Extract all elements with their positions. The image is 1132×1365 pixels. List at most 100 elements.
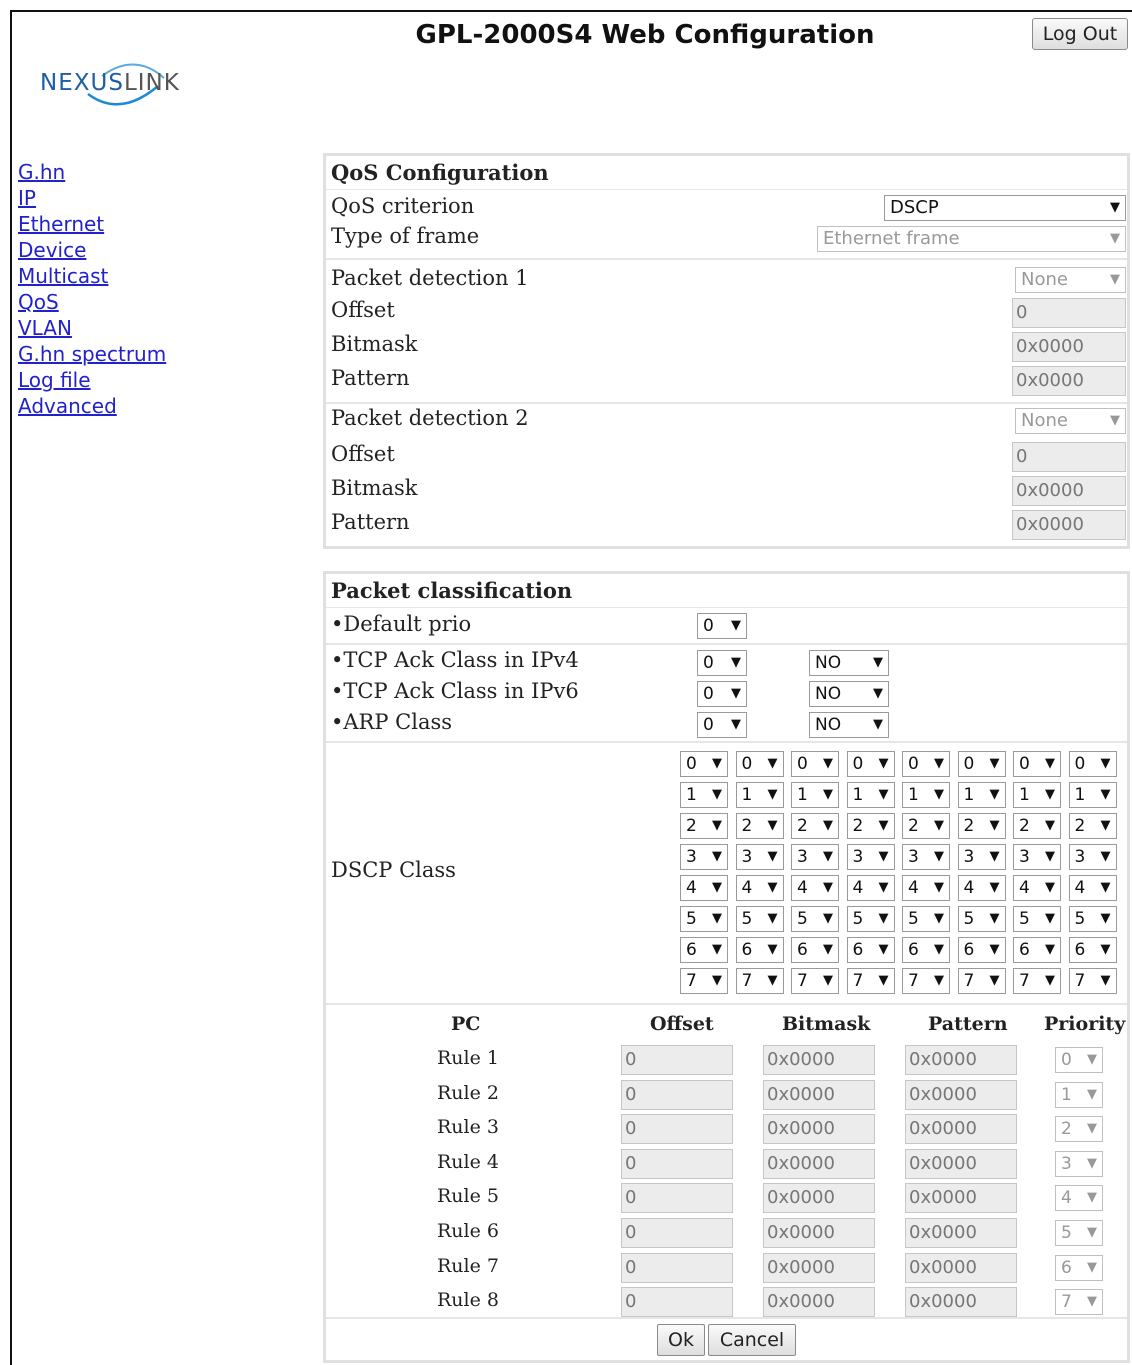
rule-offset-field[interactable]: 0 xyxy=(621,1045,733,1075)
detection1-select[interactable]: None ▼ xyxy=(1015,267,1126,293)
dscp-select-r4-c5[interactable]: 4 ▼ xyxy=(957,875,1006,901)
default-prio-select[interactable]: 0 ▼ xyxy=(697,613,747,639)
dscp-select-r4-c0[interactable]: 4 ▼ xyxy=(680,875,728,901)
dscp-select-r6-c1[interactable]: 6 ▼ xyxy=(735,937,784,963)
dscp-select-r4-c4[interactable]: 4 ▼ xyxy=(902,875,950,901)
dscp-select-r2-c2[interactable]: 2 ▼ xyxy=(791,813,839,839)
dscp-select-r4-c2[interactable]: 4 ▼ xyxy=(791,875,839,901)
dscp-select-r3-c1[interactable]: 3 ▼ xyxy=(735,844,784,870)
rule-priority-select[interactable]: 2 ▼ xyxy=(1055,1116,1103,1143)
qos-criterion-select[interactable]: DSCP ▼ xyxy=(884,195,1126,221)
dscp-select-r6-c5[interactable]: 6 ▼ xyxy=(957,937,1006,963)
dscp-select-r7-c2[interactable]: 7 ▼ xyxy=(791,968,839,994)
dscp-select-r5-c5[interactable]: 5 ▼ xyxy=(957,906,1006,932)
dscp-select-r2-c4[interactable]: 2 ▼ xyxy=(902,813,950,839)
dscp-select-r1-c7[interactable]: 1 ▼ xyxy=(1068,782,1117,808)
dscp-select-r6-c3[interactable]: 6 ▼ xyxy=(846,937,895,963)
dscp-select-r1-c3[interactable]: 1 ▼ xyxy=(846,782,895,808)
dscp-select-r7-c5[interactable]: 7 ▼ xyxy=(957,968,1006,994)
dscp-select-r1-c5[interactable]: 1 ▼ xyxy=(957,782,1006,808)
detection1-bitmask-field[interactable]: 0x0000 xyxy=(1012,332,1126,362)
dscp-select-r0-c3[interactable]: 0 ▼ xyxy=(846,751,895,777)
dscp-select-r4-c1[interactable]: 4 ▼ xyxy=(735,875,784,901)
rule-bitmask-field[interactable]: 0x0000 xyxy=(763,1079,875,1110)
rule-offset-field[interactable]: 0 xyxy=(621,1252,733,1283)
dscp-select-r3-c6[interactable]: 3 ▼ xyxy=(1013,844,1061,870)
rule-priority-select[interactable]: 1 ▼ xyxy=(1055,1081,1103,1108)
logout-button[interactable]: Log Out xyxy=(1032,18,1128,50)
dscp-select-r0-c6[interactable]: 0 ▼ xyxy=(1013,751,1061,777)
dscp-select-r5-c2[interactable]: 5 ▼ xyxy=(791,906,839,932)
arp-prio-select[interactable]: 0 ▼ xyxy=(697,712,747,738)
nav-link-ethernet[interactable]: Ethernet xyxy=(18,211,166,237)
nav-link-log-file[interactable]: Log file xyxy=(18,367,166,393)
rule-bitmask-field[interactable]: 0x0000 xyxy=(763,1183,875,1214)
dscp-select-r4-c3[interactable]: 4 ▼ xyxy=(846,875,895,901)
rule-pattern-field[interactable]: 0x0000 xyxy=(905,1148,1017,1179)
rule-priority-select[interactable]: 0 ▼ xyxy=(1055,1047,1103,1073)
dscp-select-r1-c1[interactable]: 1 ▼ xyxy=(735,782,784,808)
dscp-select-r6-c4[interactable]: 6 ▼ xyxy=(902,937,950,963)
dscp-select-r4-c7[interactable]: 4 ▼ xyxy=(1068,875,1117,901)
dscp-select-r2-c5[interactable]: 2 ▼ xyxy=(957,813,1006,839)
arp-enable-select[interactable]: NO ▼ xyxy=(809,712,889,738)
dscp-select-r0-c7[interactable]: 0 ▼ xyxy=(1068,751,1117,777)
dscp-select-r6-c6[interactable]: 6 ▼ xyxy=(1013,937,1061,963)
rule-priority-select[interactable]: 6 ▼ xyxy=(1055,1254,1103,1281)
dscp-select-r6-c0[interactable]: 6 ▼ xyxy=(680,937,728,963)
rule-priority-select[interactable]: 5 ▼ xyxy=(1055,1220,1103,1246)
tcp-ipv4-enable-select[interactable]: NO ▼ xyxy=(809,650,889,676)
rule-pattern-field[interactable]: 0x0000 xyxy=(905,1114,1017,1145)
dscp-select-r3-c4[interactable]: 3 ▼ xyxy=(902,844,950,870)
rule-bitmask-field[interactable]: 0x0000 xyxy=(763,1114,875,1145)
rule-bitmask-field[interactable]: 0x0000 xyxy=(763,1045,875,1075)
nav-link-vlan[interactable]: VLAN xyxy=(18,315,166,341)
tcp-ipv6-enable-select[interactable]: NO ▼ xyxy=(809,681,889,707)
nav-link-multicast[interactable]: Multicast xyxy=(18,263,166,289)
nav-link-ghn[interactable]: G.hn xyxy=(18,159,166,185)
dscp-select-r0-c4[interactable]: 0 ▼ xyxy=(902,751,950,777)
dscp-select-r3-c3[interactable]: 3 ▼ xyxy=(846,844,895,870)
rule-pattern-field[interactable]: 0x0000 xyxy=(905,1252,1017,1283)
detection2-bitmask-field[interactable]: 0x0000 xyxy=(1012,476,1126,506)
dscp-select-r1-c6[interactable]: 1 ▼ xyxy=(1013,782,1061,808)
detection1-offset-field[interactable]: 0 xyxy=(1012,298,1126,328)
dscp-select-r2-c7[interactable]: 2 ▼ xyxy=(1068,813,1117,839)
nav-link-qos[interactable]: QoS xyxy=(18,289,166,315)
dscp-select-r7-c7[interactable]: 7 ▼ xyxy=(1068,968,1117,994)
dscp-select-r5-c3[interactable]: 5 ▼ xyxy=(846,906,895,932)
tcp-ipv4-prio-select[interactable]: 0 ▼ xyxy=(697,650,747,676)
dscp-select-r1-c4[interactable]: 1 ▼ xyxy=(902,782,950,808)
dscp-select-r5-c4[interactable]: 5 ▼ xyxy=(902,906,950,932)
tcp-ipv6-prio-select[interactable]: 0 ▼ xyxy=(697,681,747,707)
dscp-select-r6-c2[interactable]: 6 ▼ xyxy=(791,937,839,963)
dscp-select-r4-c6[interactable]: 4 ▼ xyxy=(1013,875,1061,901)
rule-pattern-field[interactable]: 0x0000 xyxy=(905,1287,1017,1318)
rule-offset-field[interactable]: 0 xyxy=(621,1148,733,1179)
rule-bitmask-field[interactable]: 0x0000 xyxy=(763,1252,875,1283)
dscp-select-r5-c0[interactable]: 5 ▼ xyxy=(680,906,728,932)
rule-pattern-field[interactable]: 0x0000 xyxy=(905,1079,1017,1110)
dscp-select-r0-c5[interactable]: 0 ▼ xyxy=(957,751,1006,777)
rule-pattern-field[interactable]: 0x0000 xyxy=(905,1045,1017,1075)
cancel-button[interactable]: Cancel xyxy=(708,1324,796,1356)
detection1-pattern-field[interactable]: 0x0000 xyxy=(1012,366,1126,396)
rule-bitmask-field[interactable]: 0x0000 xyxy=(763,1148,875,1179)
detection2-select[interactable]: None ▼ xyxy=(1015,408,1126,434)
dscp-select-r1-c0[interactable]: 1 ▼ xyxy=(680,782,728,808)
rule-offset-field[interactable]: 0 xyxy=(621,1079,733,1110)
rule-pattern-field[interactable]: 0x0000 xyxy=(905,1218,1017,1248)
ok-button[interactable]: Ok xyxy=(657,1324,705,1356)
dscp-select-r0-c0[interactable]: 0 ▼ xyxy=(680,751,728,777)
rule-bitmask-field[interactable]: 0x0000 xyxy=(763,1218,875,1248)
dscp-select-r3-c7[interactable]: 3 ▼ xyxy=(1068,844,1117,870)
dscp-select-r7-c4[interactable]: 7 ▼ xyxy=(902,968,950,994)
dscp-select-r5-c6[interactable]: 5 ▼ xyxy=(1013,906,1061,932)
rule-priority-select[interactable]: 3 ▼ xyxy=(1055,1150,1103,1177)
nav-link-device[interactable]: Device xyxy=(18,237,166,263)
rule-offset-field[interactable]: 0 xyxy=(621,1114,733,1145)
dscp-select-r3-c0[interactable]: 3 ▼ xyxy=(680,844,728,870)
dscp-select-r5-c1[interactable]: 5 ▼ xyxy=(735,906,784,932)
detection2-pattern-field[interactable]: 0x0000 xyxy=(1012,510,1126,540)
rule-offset-field[interactable]: 0 xyxy=(621,1287,733,1318)
